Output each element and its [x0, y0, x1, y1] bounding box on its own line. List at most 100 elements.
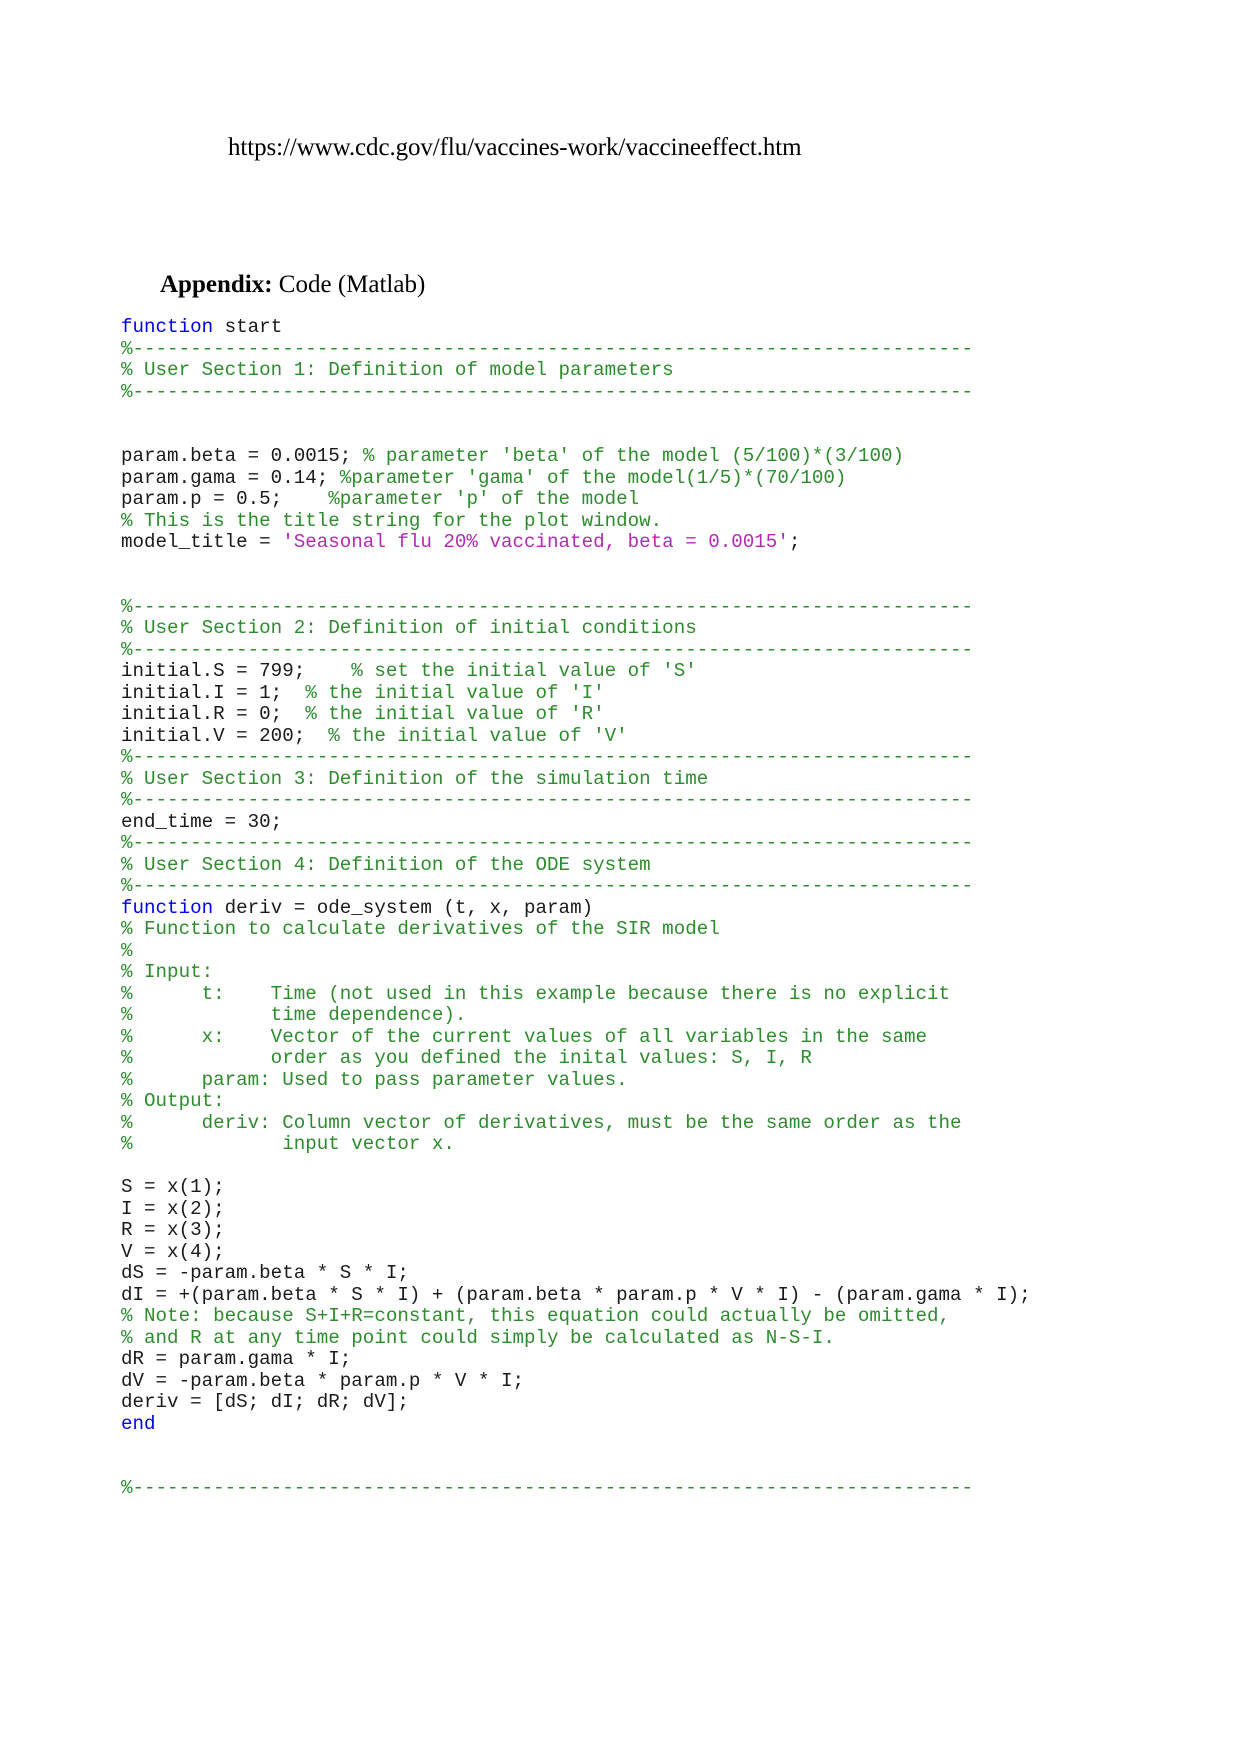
- code-line: % Note: because S+I+R=constant, this equ…: [121, 1305, 1121, 1328]
- code-token-plain: start: [213, 316, 283, 339]
- code-line: initial.I = 1; % the initial value of 'I…: [121, 681, 1121, 705]
- code-token-plain: model_title =: [121, 531, 283, 554]
- code-line: model_title = 'Seasonal flu 20% vaccinat…: [121, 531, 1121, 554]
- code-token-cmt: % Output:: [121, 1090, 225, 1113]
- code-line: %---------------------------------------…: [121, 639, 1121, 662]
- code-token-cmt: % time dependence).: [121, 1004, 467, 1027]
- appendix-label: Appendix:: [160, 271, 273, 298]
- code-token-plain: dV = -param.beta * param.p * V * I;: [121, 1369, 525, 1392]
- code-line: %---------------------------------------…: [121, 789, 1121, 812]
- matlab-code-block: function start %-------------------------…: [121, 316, 1121, 1500]
- code-token-plain: param.gama = 0.14;: [121, 466, 340, 489]
- code-line: %---------------------------------------…: [121, 337, 1121, 361]
- code-token-cmt: % Function to calculate derivatives of t…: [121, 918, 720, 941]
- code-line: % Function to calculate derivatives of t…: [121, 918, 1121, 941]
- code-line: deriv = [dS; dI; dR; dV];: [121, 1391, 1121, 1414]
- code-token-plain: end_time = 30;: [121, 810, 283, 833]
- code-token-cmt: % parameter 'beta' of the model (5/100)*…: [362, 445, 904, 468]
- code-line: % User Section 1: Definition of model pa…: [121, 359, 1121, 382]
- code-token-plain: param.beta = 0.0015;: [121, 445, 363, 468]
- code-token-plain: dI = +(param.beta * S * I) + (param.beta…: [121, 1283, 1031, 1306]
- code-token-plain: dS = -param.beta * S * I;: [121, 1262, 409, 1285]
- code-line: % User Section 4: Definition of the ODE …: [121, 854, 1121, 877]
- code-token-plain: initial.V = 200;: [121, 724, 329, 747]
- code-token-cmt: % order as you defined the inital values…: [121, 1047, 812, 1070]
- code-line: % Input:: [121, 961, 1121, 984]
- code-line: S = x(1);: [121, 1176, 1121, 1199]
- code-token-cmt: %---------------------------------------…: [121, 746, 974, 769]
- code-line: % time dependence).: [121, 1004, 1121, 1027]
- code-token-cmt: %---------------------------------------…: [121, 1477, 974, 1500]
- code-token-plain: initial.S = 799;: [121, 660, 352, 683]
- code-line: % param: Used to pass parameter values.: [121, 1068, 1121, 1092]
- code-line: R = x(3);: [121, 1219, 1121, 1242]
- code-token-cmt: % User Section 1: Definition of model pa…: [121, 359, 674, 382]
- code-token-plain: ;: [788, 531, 801, 554]
- code-line: dR = param.gama * I;: [121, 1348, 1121, 1371]
- code-token-plain: deriv = [dS; dI; dR; dV];: [121, 1391, 409, 1414]
- code-token-cmt: % User Section 2: Definition of initial …: [121, 617, 697, 640]
- code-token-cmt: % Input:: [121, 961, 214, 984]
- code-token-cmt: % set the initial value of 'S': [351, 660, 697, 683]
- code-line: function start: [121, 316, 1121, 339]
- code-token-cmt: % the initial value of 'V': [328, 724, 628, 747]
- code-token-cmt: % x: Vector of the current values of all…: [121, 1025, 928, 1048]
- header-url: https://www.cdc.gov/flu/vaccines-work/va…: [228, 134, 802, 161]
- code-line: %---------------------------------------…: [121, 1477, 1121, 1500]
- code-token-cmt: %---------------------------------------…: [121, 789, 974, 812]
- code-line: %---------------------------------------…: [121, 875, 1121, 898]
- code-token-cmt: % input vector x.: [121, 1133, 455, 1156]
- code-token-cmt: % deriv: Column vector of derivatives, m…: [121, 1111, 962, 1134]
- code-line: %---------------------------------------…: [121, 832, 1121, 855]
- code-token-cmt: % t: Time (not used in this example beca…: [121, 982, 951, 1005]
- code-line: % Output:: [121, 1090, 1121, 1113]
- code-token-cmt: % User Section 3: Definition of the simu…: [121, 767, 709, 790]
- code-line: initial.S = 799; % set the initial value…: [121, 660, 1121, 683]
- code-token-plain: initial.R = 0;: [121, 703, 306, 726]
- code-token-cmt: %: [121, 939, 133, 962]
- code-line: I = x(2);: [121, 1197, 1121, 1221]
- code-token-cmt: % the initial value of 'R': [305, 703, 605, 726]
- code-line: dI = +(param.beta * S * I) + (param.beta…: [121, 1283, 1121, 1307]
- code-line: initial.R = 0; % the initial value of 'R…: [121, 703, 1121, 726]
- code-line: V = x(4);: [121, 1241, 1121, 1264]
- code-line: % x: Vector of the current values of all…: [121, 1025, 1121, 1049]
- code-token-plain: R = x(3);: [121, 1219, 225, 1242]
- code-line: % and R at any time point could simply b…: [121, 1327, 1121, 1350]
- code-line: %: [121, 939, 1121, 963]
- code-token-plain: I = x(2);: [121, 1197, 225, 1220]
- document-page: https://www.cdc.gov/flu/vaccines-work/va…: [0, 0, 1241, 1754]
- code-token-kw: function: [121, 316, 214, 339]
- code-line: %---------------------------------------…: [121, 381, 1121, 404]
- code-token-cmt: %---------------------------------------…: [121, 337, 974, 360]
- code-token-cmt: %---------------------------------------…: [121, 832, 974, 855]
- code-line: % deriv: Column vector of derivatives, m…: [121, 1111, 1121, 1135]
- code-token-kw: end: [121, 1412, 156, 1435]
- code-token-plain: initial.I = 1;: [121, 681, 306, 704]
- code-line: param.beta = 0.0015; % parameter 'beta' …: [121, 445, 1121, 468]
- code-line: % User Section 3: Definition of the simu…: [121, 767, 1121, 791]
- code-line: %---------------------------------------…: [121, 595, 1121, 619]
- code-token-cmt: %parameter 'gama' of the model(1/5)*(70/…: [339, 466, 847, 489]
- appendix-title: Code (Matlab): [272, 271, 426, 298]
- code-token-cmt: % param: Used to pass parameter values.: [121, 1068, 628, 1091]
- code-line: % order as you defined the inital values…: [121, 1047, 1121, 1070]
- code-token-cmt: % the initial value of 'I': [305, 681, 605, 704]
- code-token-plain: param.p = 0.5;: [121, 488, 329, 511]
- code-line: % User Section 2: Definition of initial …: [121, 617, 1121, 640]
- code-line: %---------------------------------------…: [121, 746, 1121, 769]
- code-token-kw: function: [121, 896, 214, 919]
- code-line: % input vector x.: [121, 1133, 1121, 1156]
- code-token-plain: dR = param.gama * I;: [121, 1348, 352, 1371]
- code-line: param.p = 0.5; %parameter 'p' of the mod…: [121, 488, 1121, 511]
- code-line: end: [121, 1412, 1121, 1436]
- code-token-cmt: %---------------------------------------…: [121, 595, 974, 618]
- code-token-cmt: % This is the title string for the plot …: [121, 509, 663, 532]
- code-line: end_time = 30;: [121, 810, 1121, 834]
